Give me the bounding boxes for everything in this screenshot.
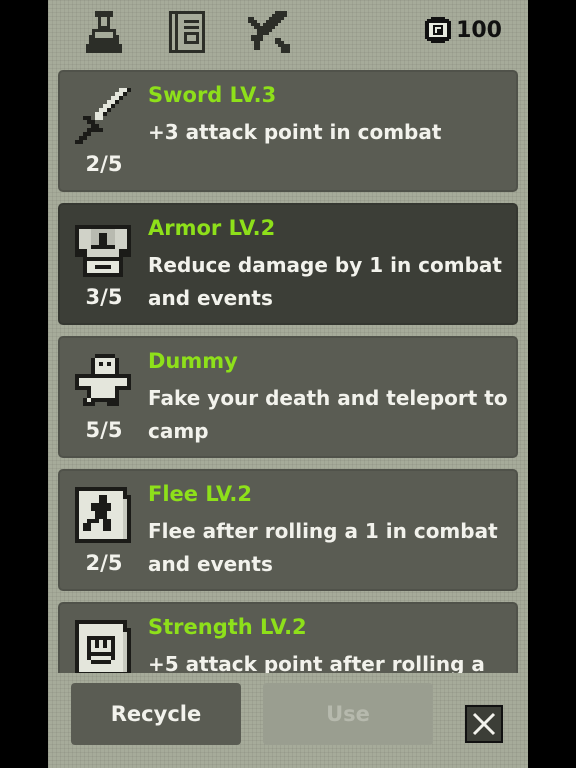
top-bar: 100 (48, 0, 528, 62)
item-count: 2/5 (85, 152, 123, 176)
inventory-screen: 100 2/5 Sword LV.3 +3 attack point in co… (48, 0, 528, 768)
item-card-sword[interactable]: 2/5 Sword LV.3 +3 attack point in combat (58, 70, 518, 192)
item-description: +5 attack point after rolling a (148, 652, 485, 673)
strength-scroll-icon (71, 616, 135, 673)
item-count: 2/5 (85, 551, 123, 575)
coin-counter: 100 (425, 15, 502, 45)
item-card-flee[interactable]: 2/5 Flee LV.2 Flee after rolling a 1 in … (58, 469, 518, 591)
sword-icon (71, 84, 135, 148)
item-title: Sword LV.3 (148, 83, 277, 107)
item-description: Reduce damage by 1 in combat and events (148, 253, 502, 310)
item-count: 3/5 (85, 285, 123, 309)
close-icon (472, 712, 496, 736)
item-count: 5/5 (85, 418, 123, 442)
item-title: Armor LV.2 (148, 216, 276, 240)
action-bar: Recycle Use (48, 673, 528, 768)
item-description: +3 attack point in combat (148, 120, 442, 144)
ghost-dummy-icon (71, 350, 135, 414)
flee-scroll-icon (71, 483, 135, 547)
item-list[interactable]: 2/5 Sword LV.3 +3 attack point in combat (58, 70, 518, 673)
coin-amount: 100 (456, 17, 502, 43)
item-title: Flee LV.2 (148, 482, 252, 506)
item-card-dummy[interactable]: 5/5 Dummy Fake your death and teleport t… (58, 336, 518, 458)
item-title: Strength LV.2 (148, 615, 307, 639)
recycle-button[interactable]: Recycle (71, 683, 241, 745)
close-button[interactable] (465, 705, 503, 743)
scroll-icon[interactable] (163, 8, 211, 56)
item-description: Flee after rolling a 1 in combat and eve… (148, 519, 498, 576)
item-card-strength[interactable]: Strength LV.2 +5 attack point after roll… (58, 602, 518, 673)
armor-icon (71, 217, 135, 281)
coin-icon (425, 17, 452, 43)
item-title: Dummy (148, 349, 238, 373)
item-card-armor[interactable]: 3/5 Armor LV.2 Reduce damage by 1 in com… (58, 203, 518, 325)
use-button[interactable]: Use (263, 683, 433, 745)
crossed-sword-icon[interactable] (245, 8, 293, 56)
potion-icon[interactable] (80, 8, 128, 56)
item-description: Fake your death and teleport to camp (148, 386, 508, 443)
